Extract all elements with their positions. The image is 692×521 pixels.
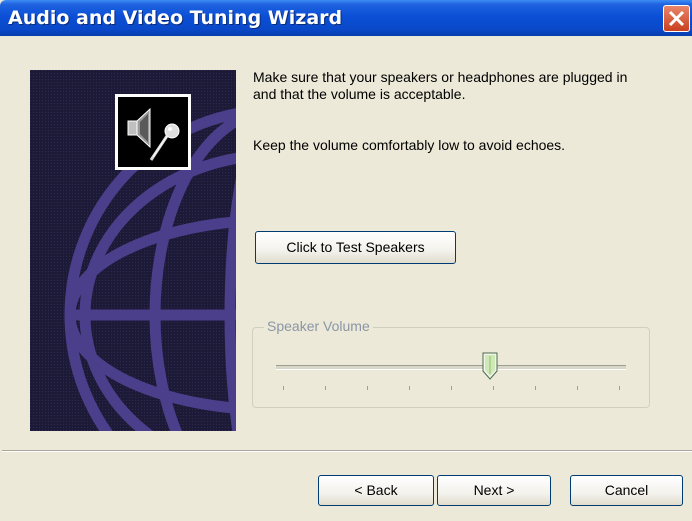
footer-separator: [2, 450, 692, 452]
volume-tick: [577, 386, 578, 390]
volume-tick: [409, 386, 410, 390]
close-icon: [668, 10, 685, 27]
volume-tick: [283, 386, 284, 390]
volume-tick: [535, 386, 536, 390]
volume-tick: [451, 386, 452, 390]
wizard-artwork: [30, 70, 236, 431]
test-speakers-button[interactable]: Click to Test Speakers: [255, 231, 456, 264]
wizard-window: Audio and Video Tuning Wizard Make sure …: [0, 0, 692, 521]
title-bar[interactable]: Audio and Video Tuning Wizard: [0, 0, 692, 36]
speaker-volume-label: Speaker Volume: [264, 318, 373, 334]
close-button[interactable]: [663, 5, 690, 32]
volume-tick: [367, 386, 368, 390]
cancel-button[interactable]: Cancel: [570, 475, 683, 506]
next-button[interactable]: Next >: [437, 475, 551, 506]
volume-tick: [325, 386, 326, 390]
volume-slider-thumb[interactable]: [482, 352, 498, 381]
volume-tick: [619, 386, 620, 390]
echo-hint-text: Keep the volume comfortably low to avoid…: [253, 137, 566, 153]
back-button[interactable]: < Back: [318, 475, 434, 506]
speaker-microphone-icon: [115, 94, 191, 170]
instruction-text: Make sure that your speakers or headphon…: [253, 69, 628, 102]
volume-slider-track[interactable]: [276, 365, 626, 370]
window-title: Audio and Video Tuning Wizard: [8, 7, 343, 29]
volume-tick: [493, 386, 494, 390]
